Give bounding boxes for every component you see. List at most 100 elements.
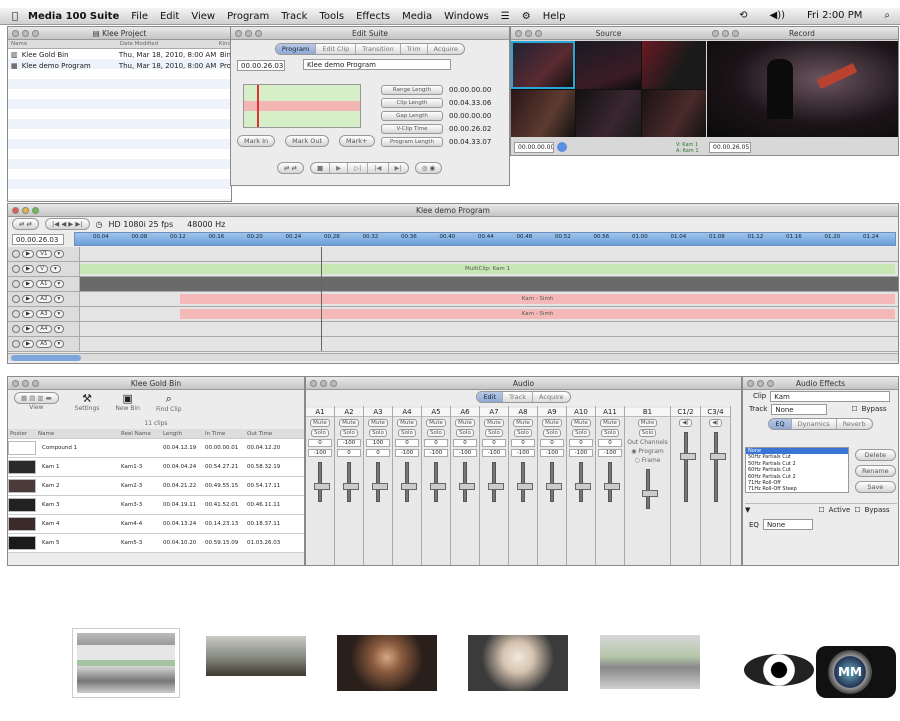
- edit-suite-titlebar[interactable]: Edit Suite: [231, 27, 509, 40]
- track-label[interactable]: V1: [36, 250, 52, 258]
- volume-fader[interactable]: [488, 462, 504, 502]
- solo-button[interactable]: Solo: [456, 429, 474, 437]
- pan-value[interactable]: 0: [540, 439, 564, 447]
- track-row[interactable]: ▶ A2 ▾ Kam - Simh: [8, 292, 898, 307]
- track-label[interactable]: A4: [36, 325, 52, 333]
- track-arrow-icon[interactable]: ▶: [22, 265, 35, 273]
- solo-button[interactable]: Solo: [514, 429, 532, 437]
- thumbnail-editing-ui[interactable]: [600, 635, 700, 689]
- mute-button[interactable]: Mute: [484, 419, 504, 427]
- mark-out-button[interactable]: Mark Out: [285, 135, 330, 147]
- menu-effects[interactable]: Effects: [356, 11, 390, 22]
- level-value[interactable]: 0: [366, 449, 390, 457]
- track-arrow-icon[interactable]: ▶: [22, 325, 35, 333]
- stop-icon[interactable]: ■: [311, 163, 331, 173]
- track-select[interactable]: None: [771, 403, 828, 415]
- track-enable-toggle[interactable]: [12, 250, 20, 258]
- view-icon[interactable]: ▦ ▤ ▥ ▬: [15, 393, 58, 403]
- menu-edit[interactable]: Edit: [160, 11, 179, 22]
- table-row[interactable]: Kam 4 Kam4-4 00.04.13.24 00.14.23.13 00.18.3…: [8, 515, 304, 534]
- track-enable-toggle[interactable]: [12, 280, 20, 288]
- solo-button[interactable]: Solo: [543, 429, 561, 437]
- record-timecode[interactable]: 00.00.26.05: [709, 142, 751, 153]
- pan-value[interactable]: 0: [569, 439, 593, 447]
- level-value[interactable]: -100: [395, 449, 419, 457]
- tab-audio-track[interactable]: Track: [503, 392, 534, 402]
- step-icon[interactable]: |◀: [368, 163, 389, 173]
- find-clip-icon[interactable]: ⌕: [156, 392, 182, 406]
- chevron-down-icon[interactable]: ▾: [53, 250, 65, 258]
- mute-button[interactable]: Mute: [513, 419, 533, 427]
- level-value[interactable]: -100: [569, 449, 593, 457]
- source-timecode[interactable]: 00.00.00.00: [514, 142, 554, 153]
- volume-fader[interactable]: [430, 462, 446, 502]
- camera-angle-4[interactable]: [511, 89, 576, 137]
- timeline-clip[interactable]: Kam - Simh: [180, 309, 895, 319]
- timeline-clip[interactable]: MultiClip: Kam 1: [80, 264, 895, 274]
- camera-angle-6[interactable]: [641, 89, 706, 137]
- loop-toggle[interactable]: ⇄ ⇄: [12, 218, 39, 230]
- menu-windows[interactable]: Windows: [444, 11, 489, 22]
- eq-preset-list[interactable]: None 50Hz Partials Cut 50Hz Partials Cut 2…: [745, 447, 849, 493]
- level-value[interactable]: -100: [424, 449, 448, 457]
- track-arrow-icon[interactable]: ▶: [22, 250, 35, 258]
- track-enable-toggle[interactable]: [12, 265, 20, 273]
- track-enable-toggle[interactable]: [12, 295, 20, 303]
- chevron-down-icon[interactable]: ▾: [53, 310, 65, 318]
- timeline-ruler[interactable]: 00.04 00.08 00.12 00.16 00.20 00.24 00.28 00.32…: [74, 232, 896, 246]
- mark-in-button[interactable]: Mark In: [237, 135, 276, 147]
- track-enable-toggle[interactable]: [12, 325, 20, 333]
- tab-eq[interactable]: EQ: [769, 419, 792, 429]
- camera-angle-2[interactable]: [576, 41, 641, 89]
- tab-transition[interactable]: Transition: [356, 44, 401, 54]
- bus-mute-button[interactable]: Mute: [637, 419, 658, 427]
- jog-icon[interactable]: ▷|: [348, 163, 369, 173]
- bus-fader[interactable]: [641, 469, 658, 509]
- clip-field[interactable]: Kam: [770, 390, 891, 402]
- level-value[interactable]: -100: [511, 449, 535, 457]
- solo-button[interactable]: Solo: [311, 429, 329, 437]
- camera-angle-3[interactable]: [641, 41, 706, 89]
- solo-button[interactable]: Solo: [601, 429, 619, 437]
- volume-fader[interactable]: [401, 462, 417, 502]
- level-value[interactable]: 0: [337, 449, 361, 457]
- mute-button[interactable]: Mute: [600, 419, 620, 427]
- pan-value[interactable]: 0: [453, 439, 477, 447]
- pan-value[interactable]: 0: [482, 439, 506, 447]
- volume-fader[interactable]: [314, 462, 330, 502]
- time-machine-icon[interactable]: ⟲: [739, 10, 747, 21]
- audio-scrub-button[interactable]: ◎ ◉: [414, 162, 443, 174]
- source-lock-icon[interactable]: [557, 142, 567, 152]
- step-forward-icon[interactable]: ▶|: [389, 163, 408, 173]
- volume-fader[interactable]: [517, 462, 533, 502]
- delete-button[interactable]: Delete: [855, 449, 896, 461]
- active-checkbox[interactable]: ☐: [818, 506, 824, 514]
- mute-button[interactable]: Mute: [542, 419, 562, 427]
- chevron-down-icon[interactable]: ▾: [53, 295, 65, 303]
- chevron-down-icon[interactable]: ▾: [53, 280, 65, 288]
- source-multiclip[interactable]: [511, 41, 706, 137]
- pan-value[interactable]: 100: [366, 439, 390, 447]
- mute-button[interactable]: Mute: [397, 419, 417, 427]
- track-arrow-icon[interactable]: ▶: [22, 340, 35, 348]
- thumbnail-portrait-woman[interactable]: [468, 635, 568, 691]
- chevron-down-icon[interactable]: ▾: [53, 340, 65, 348]
- eq-select[interactable]: None: [762, 519, 813, 530]
- track-row[interactable]: ▶ V ▾ MultiClip: Kam 1: [8, 262, 898, 277]
- solo-button[interactable]: Solo: [398, 429, 416, 437]
- thumbnail-portrait-man[interactable]: [337, 635, 437, 691]
- timeline-scrollbar[interactable]: [8, 353, 898, 361]
- track-arrow-icon[interactable]: ▶: [22, 310, 35, 318]
- level-value[interactable]: -100: [308, 449, 332, 457]
- edit-visualizer[interactable]: [243, 84, 361, 128]
- audio-titlebar[interactable]: Audio: [306, 377, 741, 390]
- track-label[interactable]: V: [36, 265, 48, 273]
- menu-track[interactable]: Track: [281, 11, 307, 22]
- audio-effects-titlebar[interactable]: Audio Effects: [743, 377, 898, 390]
- bus-solo-button[interactable]: Solo: [638, 429, 657, 437]
- solo-button[interactable]: Solo: [369, 429, 387, 437]
- table-row[interactable]: Kam 1 Kam1-3 00.04.04.24 00.54.27.21 00.58.3…: [8, 458, 304, 477]
- pan-value[interactable]: 0: [424, 439, 448, 447]
- track-enable-toggle[interactable]: [12, 310, 20, 318]
- apple-menu-icon[interactable]: : [12, 11, 18, 22]
